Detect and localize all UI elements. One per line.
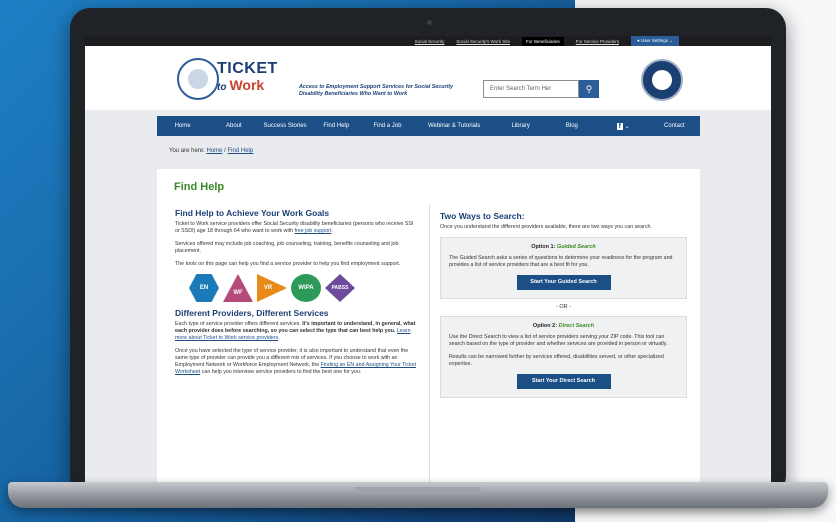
en-badge-icon[interactable]: EN (189, 274, 219, 302)
facebook-icon[interactable]: f ⌄ (598, 122, 649, 130)
column-divider (429, 204, 430, 482)
option-2-label: Option 2: (532, 323, 558, 329)
provider-badges: EN WF VR WIPA PABSS (189, 274, 419, 302)
ssa-seal-right (641, 59, 683, 101)
option-2-panel: Option 2: Direct Search Use the Direct S… (440, 316, 687, 398)
nav-item-success-stories[interactable]: Success Stories (259, 123, 310, 129)
p4a-text: Each type of service provider offers dif… (175, 321, 301, 327)
site-header: TICKET to Work Access to Employment Suppo… (85, 46, 771, 110)
p5b-text: can help you interview service providers… (201, 369, 362, 375)
laptop-base (8, 482, 828, 508)
nav-item-home[interactable]: Home (157, 123, 208, 129)
providers-heading: Different Providers, Different Services (175, 308, 329, 318)
logo-to-text: to (217, 82, 227, 93)
left-paragraph-4: Each type of service provider offers dif… (175, 321, 416, 341)
left-paragraph-2: Services offered may include job coachin… (175, 241, 399, 254)
nav-item-webinar-tutorials[interactable]: Webinar & Tutorials (413, 123, 495, 129)
user-settings-label: User Settings (640, 38, 668, 43)
search-input[interactable]: Enter Search Term Her (483, 80, 579, 98)
option-1-label: Option 1: (531, 244, 556, 250)
option-1-panel: Option 1: Guided Search The Guided Searc… (440, 237, 687, 299)
option-1-title: Option 1: Guided Search (449, 244, 678, 250)
user-settings-button[interactable]: ● User Settings ⌄ (630, 36, 679, 46)
right-column: Two Ways to Search: Once you understand … (440, 211, 687, 398)
logo-work-word: Work (229, 77, 265, 93)
search-icon: ⚲ (585, 84, 593, 94)
breadcrumb-prefix: You are here: (169, 148, 205, 154)
pabss-badge-icon[interactable]: PABSS (325, 274, 355, 302)
option-2-title: Option 2: Direct Search (449, 323, 678, 329)
utility-bar: Social Security Social Security's Work S… (85, 36, 771, 46)
or-separator: - OR - (556, 304, 571, 310)
two-ways-heading: Two Ways to Search: (440, 211, 525, 221)
option-1-name: Guided Search (556, 244, 596, 250)
webcam (427, 20, 432, 25)
nav-item-blog[interactable]: Blog (546, 123, 597, 129)
laptop-notch (355, 487, 481, 494)
option-2-name: Direct Search (558, 323, 595, 329)
nav-item-contact[interactable]: Contact (649, 123, 700, 129)
page-title: Find Help (174, 181, 225, 193)
util-link-beneficiaries[interactable]: For Beneficiaries (521, 36, 564, 46)
breadcrumb-current[interactable]: Find Help (228, 148, 254, 154)
search-button[interactable]: ⚲ (579, 80, 599, 98)
breadcrumb-sep: / (224, 148, 226, 154)
ssa-logo-seal[interactable] (177, 58, 219, 100)
nav-item-find-a-job[interactable]: Find a Job (362, 123, 413, 129)
option-2-text-2: Results can be narrowed further by servi… (449, 354, 664, 367)
util-link-work-site[interactable]: Social Security's Work Site (456, 39, 510, 44)
breadcrumb: You are here: Home / Find Help (169, 148, 253, 154)
two-ways-intro: Once you understand the different provid… (440, 224, 652, 230)
vr-badge-icon[interactable]: VR (257, 274, 287, 302)
facebook-glyph: f (616, 122, 623, 130)
option-1-text: The Guided Search asks a series of quest… (449, 255, 673, 268)
site-tagline: Access to Employment Support Services fo… (299, 84, 453, 97)
left-paragraph-5: Once you have selected the type of servi… (175, 348, 419, 376)
nav-item-about[interactable]: About (208, 123, 259, 129)
wipa-badge-icon[interactable]: WIPA (291, 274, 321, 302)
option-2-text: Use the Direct Search to view a list of … (449, 334, 668, 347)
util-link-service-providers[interactable]: For Service Providers (576, 39, 619, 44)
nav-item-find-help[interactable]: Find Help (311, 123, 362, 129)
main-nav: Home About Success Stories Find Help Fin… (157, 116, 700, 136)
start-direct-search-button[interactable]: Start Your Direct Search (516, 374, 611, 389)
left-column: Find Help to Achieve Your Work Goals Tic… (175, 208, 419, 382)
nav-item-library[interactable]: Library (495, 123, 546, 129)
free-job-support-link[interactable]: free job support (295, 228, 332, 234)
breadcrumb-home[interactable]: Home (206, 148, 222, 154)
left-paragraph-1: Ticket to Work service providers offer S… (175, 221, 414, 234)
left-heading: Find Help to Achieve Your Work Goals (175, 208, 330, 218)
util-link-social-security[interactable]: Social Security (415, 39, 445, 44)
wf-badge-icon[interactable]: WF (223, 274, 253, 302)
left-paragraph-3: The tools on this page can help you find… (175, 261, 401, 267)
start-guided-search-button[interactable]: Start Your Guided Search (516, 275, 611, 290)
laptop-screen: Social Security Social Security's Work S… (85, 36, 771, 482)
logo-ticket-text[interactable]: TICKET (217, 60, 278, 78)
logo-work-text[interactable]: to Work (217, 77, 264, 93)
